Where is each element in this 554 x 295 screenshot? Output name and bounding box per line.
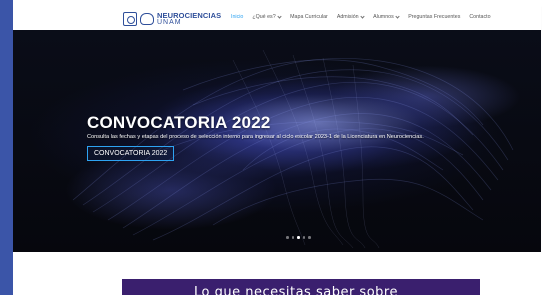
- slider-dot[interactable]: [286, 236, 289, 239]
- nav-label: Inicio: [231, 14, 244, 20]
- logo-name-line2: UNAM: [157, 18, 182, 26]
- slider-dot-active[interactable]: [297, 236, 300, 239]
- nav-item-mapa-curricular[interactable]: Mapa Curricular: [290, 14, 328, 20]
- logo-name-line1: NEUROCIENCIAS: [157, 10, 222, 20]
- slider-dot[interactable]: [291, 236, 294, 239]
- brain-icon: [140, 12, 154, 25]
- nav-item-contacto[interactable]: Contacto: [469, 14, 490, 20]
- site-header: NEUROCIENCIAS UNAM Inicio ¿Qué es? Mapa …: [13, 6, 541, 30]
- convocatoria-button[interactable]: CONVOCATORIA 2022: [87, 146, 175, 161]
- nav-label: Alumnos: [373, 14, 394, 20]
- chevron-down-icon: [395, 14, 400, 19]
- hero-title: CONVOCATORIA 2022: [87, 113, 271, 132]
- main-nav: Inicio ¿Qué es? Mapa Curricular Admisión…: [231, 14, 500, 20]
- chevron-down-icon: [277, 14, 282, 19]
- slider-dot[interactable]: [308, 236, 311, 239]
- slider-dot[interactable]: [302, 236, 305, 239]
- slider-pagination: [286, 236, 314, 239]
- nav-item-que-es[interactable]: ¿Qué es?: [252, 14, 282, 20]
- hero-slider: CONVOCATORIA 2022 Consulta las fechas y …: [13, 30, 541, 252]
- nav-label: Admisión: [336, 14, 359, 20]
- info-banner-heading: Lo que necesitas saber sobre: [194, 285, 398, 295]
- unam-seal-icon: [123, 11, 137, 26]
- nav-item-alumnos[interactable]: Alumnos: [373, 14, 400, 20]
- hero-subtitle: Consulta las fechas y etapas del proceso…: [87, 134, 424, 140]
- page-left-border: [0, 0, 13, 295]
- info-banner: Lo que necesitas saber sobre: [122, 279, 480, 295]
- nav-label: Mapa Curricular: [290, 14, 328, 20]
- nav-label: Contacto: [469, 14, 491, 20]
- logo-text: NEUROCIENCIAS UNAM: [157, 10, 222, 26]
- hero-content: CONVOCATORIA 2022 Consulta las fechas y …: [87, 113, 424, 161]
- nav-label: Preguntas Frecuentes: [408, 14, 461, 20]
- nav-item-preguntas-frecuentes[interactable]: Preguntas Frecuentes: [408, 14, 460, 20]
- nav-item-inicio[interactable]: Inicio: [231, 14, 243, 20]
- nav-label: ¿Qué es?: [252, 14, 276, 20]
- chevron-down-icon: [360, 14, 365, 19]
- nav-item-admision[interactable]: Admisión: [336, 14, 365, 20]
- site-logo[interactable]: NEUROCIENCIAS UNAM: [123, 11, 221, 26]
